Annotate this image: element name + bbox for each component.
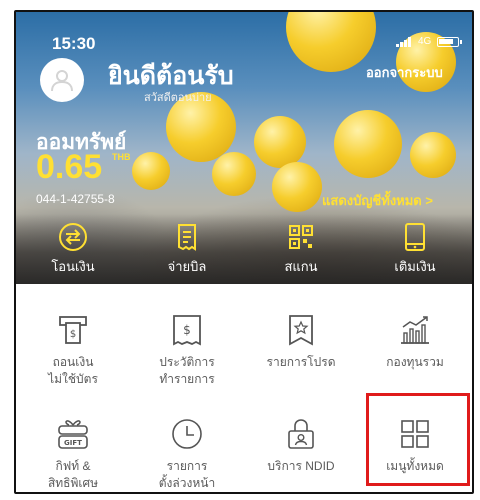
mutual-fund-icon [395,310,435,350]
menu-gift-privileges[interactable]: GIFT กิฟท์ & สิทธิพิเศษ [16,414,130,492]
transaction-history-icon: $ [167,310,207,350]
quick-action-label: เติมเงิน [394,259,436,274]
favorite-icon [281,310,321,350]
scheduled-icon [167,414,207,454]
balloon-decoration [254,116,306,168]
menu-transaction-history[interactable]: $ ประวัติการ ทำรายการ [130,310,244,388]
account-hero: 15:30 4G ยินดีต้อนรับ สวัสดีตอนบ่าย ออกจ… [16,12,472,284]
account-balance: 0.65 [36,148,103,186]
menu-label: ถอนเงิน ไม่ใช้บัตร [48,355,98,386]
transfer-icon [59,223,87,251]
svg-text:GIFT: GIFT [64,439,82,447]
network-type: 4G [418,36,432,47]
menu-label: บริการ NDID [267,459,335,473]
balloon-decoration [334,110,402,178]
menu-mutual-fund[interactable]: กองทุนรวม [358,310,472,371]
balloon-decoration [286,12,376,72]
highlight-box [366,393,470,486]
menu-scheduled-transactions[interactable]: รายการ ตั้งล่วงหน้า [130,414,244,492]
svg-text:$: $ [183,323,191,337]
quick-action-bill[interactable]: จ่ายบิล [130,222,244,284]
bill-icon [178,224,196,251]
ndid-icon [281,414,321,454]
menu-favorites[interactable]: รายการโปรด [244,310,358,371]
show-all-accounts-link[interactable]: แสดงบัญชีทั้งหมด > [322,190,433,211]
status-time: 15:30 [52,34,96,53]
menu-label: ประวัติการ ทำรายการ [159,355,215,386]
gift-icon: GIFT [53,414,93,454]
phone-screen: 15:30 4G ยินดีต้อนรับ สวัสดีตอนบ่าย ออกจ… [14,10,474,494]
battery-icon [437,36,463,47]
menu-label: รายการโปรด [266,355,336,369]
avatar[interactable] [40,58,84,102]
currency-label: THB [112,152,131,162]
quick-action-topup[interactable]: เติมเงิน [358,222,472,284]
quick-action-label: โอนเงิน [51,259,95,274]
quick-action-label: สแกน [284,259,318,274]
status-indicators: 4G [396,36,463,47]
menu-label: กิฟท์ & สิทธิพิเศษ [47,459,99,490]
menu-ndid-service[interactable]: บริการ NDID [244,414,358,475]
user-icon [51,70,73,92]
balloon-decoration [272,162,322,212]
signal-icon [396,36,412,47]
menu-label: รายการ ตั้งล่วงหน้า [158,459,216,490]
menu-cardless-withdraw[interactable]: $ ถอนเงิน ไม่ใช้บัตร [16,310,130,388]
quick-action-label: จ่ายบิล [167,259,207,274]
account-number: 044-1-42755-8 [36,192,115,206]
balloon-decoration [410,132,456,178]
quick-action-transfer[interactable]: โอนเงิน [16,222,130,284]
cardless-withdraw-icon: $ [53,310,93,350]
quick-action-scan[interactable]: สแกน [244,222,358,284]
menu-label: กองทุนรวม [386,355,444,369]
balloon-decoration [132,152,170,190]
qr-scan-icon [289,225,313,249]
svg-text:$: $ [70,329,76,340]
greeting-subtitle: สวัสดีตอนบ่าย [144,92,212,104]
mobile-topup-icon [405,223,425,251]
logout-link[interactable]: ออกจากระบบ [366,62,443,83]
balloon-decoration [212,152,256,196]
quick-actions-bar: โอนเงิน จ่ายบิล สแกน เติมเงิน [16,222,472,284]
